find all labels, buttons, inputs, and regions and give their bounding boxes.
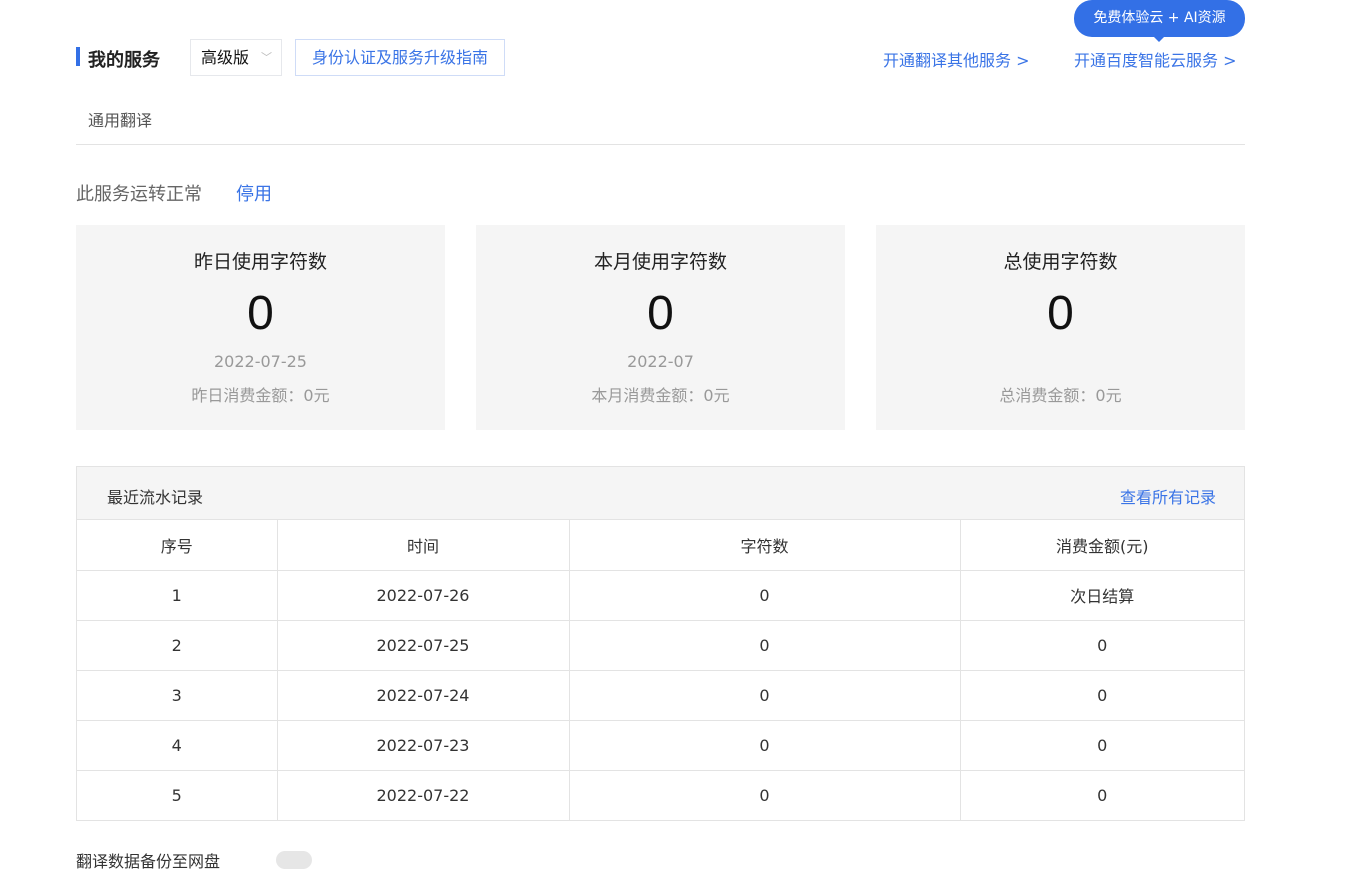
records-title: 最近流水记录 <box>107 488 204 507</box>
column-header: 时间 <box>277 520 570 571</box>
column-header: 消费金额(元) <box>960 520 1244 571</box>
table-header-row: 序号 时间 字符数 消费金额(元) <box>77 520 1244 571</box>
cell: 1 <box>77 570 278 621</box>
cell: 4 <box>77 720 278 771</box>
title-accent-bar <box>76 47 80 66</box>
table-row: 4 2022-07-23 0 0 <box>77 720 1244 771</box>
card-date <box>876 352 1245 374</box>
cell: 2022-07-22 <box>277 770 570 820</box>
cell: 2022-07-24 <box>277 670 570 721</box>
cell: 0 <box>1097 785 1108 805</box>
cell: 0 <box>569 570 961 621</box>
card-date: 2022-07-25 <box>214 352 307 371</box>
cell: 2 <box>77 620 278 671</box>
table-row: 5 2022-07-22 0 0 <box>77 770 1244 820</box>
card-date: 2022-07 <box>627 352 694 371</box>
stop-service-link[interactable]: 停用 <box>236 180 272 206</box>
table-row: 2 2022-07-25 0 0 <box>77 620 1244 671</box>
page-title: 我的服务 <box>88 50 160 71</box>
baidu-cloud-link[interactable]: 开通百度智能云服务 > <box>1074 47 1237 71</box>
service-status: 此服务运转正常 <box>76 184 202 205</box>
cell: 2022-07-26 <box>277 570 570 621</box>
card-title: 本月使用字符数 <box>593 251 727 273</box>
table-row: 3 2022-07-24 0 0 <box>77 670 1244 721</box>
card-title: 总使用字符数 <box>1003 251 1118 273</box>
cell: 2022-07-23 <box>277 720 570 771</box>
card-money: 本月消费金额：0元 <box>591 386 730 405</box>
cell: 0 <box>960 670 1244 721</box>
card-value: 0 <box>247 287 274 340</box>
tab-general-translation[interactable]: 通用翻译 <box>88 107 152 131</box>
records-table: 最近流水记录 查看所有记录 序号 时间 字符数 消费金额(元) 1 2022-07… <box>76 466 1245 821</box>
card-money: 总消费金额：0元 <box>999 386 1122 405</box>
cell: 0 <box>960 620 1244 671</box>
backup-label: 翻译数据备份至网盘 <box>76 852 221 871</box>
table-row: 1 2022-07-26 0 次日结算 <box>77 570 1244 621</box>
cell: 2022-07-25 <box>277 620 570 671</box>
card-title: 昨日使用字符数 <box>193 251 327 273</box>
upgrade-guide-button[interactable]: 身份认证及服务升级指南 <box>295 39 505 76</box>
divider <box>76 144 1245 145</box>
records-header: 最近流水记录 查看所有记录 <box>77 467 1244 520</box>
promo-bubble[interactable]: 免费体验云 + AI资源 <box>1074 0 1245 42</box>
card-money: 昨日消费金额：0元 <box>191 386 330 405</box>
chevron-down-icon: ﹀ <box>261 51 272 64</box>
view-all-records-link[interactable]: 查看所有记录 <box>1120 484 1216 508</box>
other-services-link[interactable]: 开通翻译其他服务 > <box>883 47 1030 71</box>
card-value: 0 <box>1047 287 1074 340</box>
stat-card-total: 总使用字符数 0 总消费金额：0元 <box>876 225 1245 430</box>
stat-card-yesterday: 昨日使用字符数 0 2022-07-25 昨日消费金额：0元 <box>76 225 445 430</box>
cell: 0 <box>569 620 961 671</box>
backup-toggle[interactable] <box>276 851 312 869</box>
plan-value: 高级版 <box>201 48 250 67</box>
stat-card-month: 本月使用字符数 0 2022-07 本月消费金额：0元 <box>476 225 845 430</box>
cell: 0 <box>569 720 961 771</box>
cell: 5 <box>77 770 278 820</box>
cell: 次日结算 <box>960 570 1244 621</box>
cell: 3 <box>77 670 278 721</box>
column-header: 字符数 <box>569 520 961 571</box>
cell: 0 <box>960 720 1244 771</box>
card-value: 0 <box>647 287 674 340</box>
cell: 0 <box>569 670 961 721</box>
plan-select[interactable]: 高级版 ﹀ <box>190 39 282 76</box>
cell: 0 <box>569 770 961 820</box>
column-header: 序号 <box>77 520 278 571</box>
